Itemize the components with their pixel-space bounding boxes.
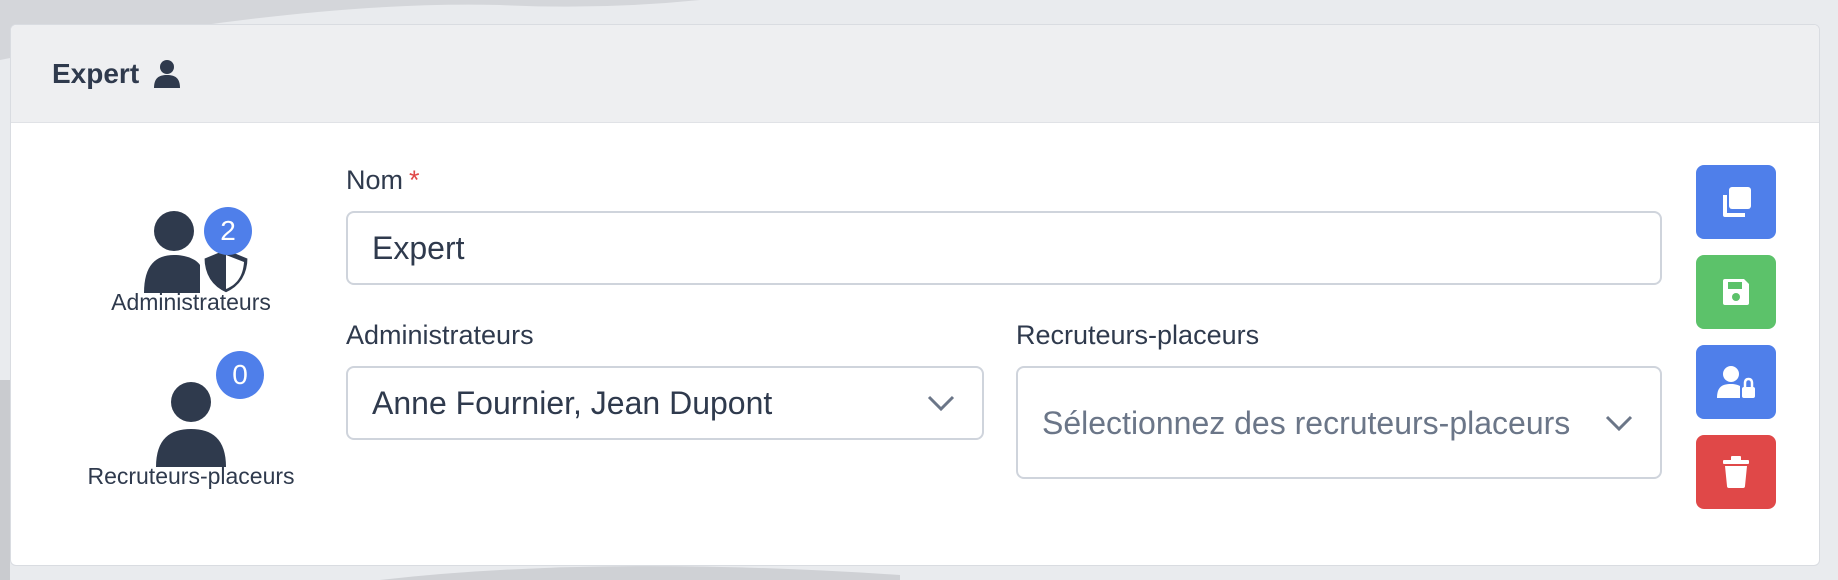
nom-input[interactable]: Expert (346, 211, 1662, 285)
copy-icon (1723, 187, 1751, 217)
stat-administrateurs: 2 Administrateurs (81, 185, 301, 316)
card-title: Expert (52, 57, 140, 89)
card-header: Expert (11, 25, 1819, 123)
permissions-button[interactable] (1696, 345, 1776, 419)
administrateurs-select-value: Anne Fournier, Jean Dupont (372, 384, 773, 421)
stat-recruteurs: 0 Recruteurs-placeurs (61, 351, 321, 490)
user-icon (154, 59, 181, 88)
chevron-down-icon (927, 395, 955, 412)
stat-icon-wrap: 0 (126, 351, 264, 469)
nom-label: Nom * (346, 165, 420, 196)
administrateurs-label: Administrateurs (346, 320, 534, 350)
group-card: Expert 2 Administrateurs 0 Recruteurs-pl… (10, 24, 1820, 566)
recruteurs-label: Recruteurs-placeurs (1016, 320, 1260, 350)
recruteurs-select-placeholder: Sélectionnez des recruteurs-placeurs (1042, 404, 1571, 441)
trash-icon (1723, 456, 1749, 488)
duplicate-button[interactable] (1696, 165, 1776, 239)
recruteurs-select[interactable]: Sélectionnez des recruteurs-placeurs (1016, 366, 1662, 479)
delete-button[interactable] (1696, 435, 1776, 509)
save-button[interactable] (1696, 255, 1776, 329)
recruteurs-count-badge: 0 (216, 351, 264, 399)
chevron-down-icon (1605, 415, 1633, 431)
required-mark: * (409, 165, 420, 195)
save-icon (1723, 279, 1749, 305)
administrateurs-count-badge: 2 (204, 207, 252, 255)
user-lock-icon (1717, 366, 1755, 398)
stat-icon-wrap: 2 (126, 185, 256, 295)
administrateurs-select[interactable]: Anne Fournier, Jean Dupont (346, 366, 984, 440)
nom-label-text: Nom (346, 165, 404, 195)
nom-input-value: Expert (372, 229, 465, 266)
